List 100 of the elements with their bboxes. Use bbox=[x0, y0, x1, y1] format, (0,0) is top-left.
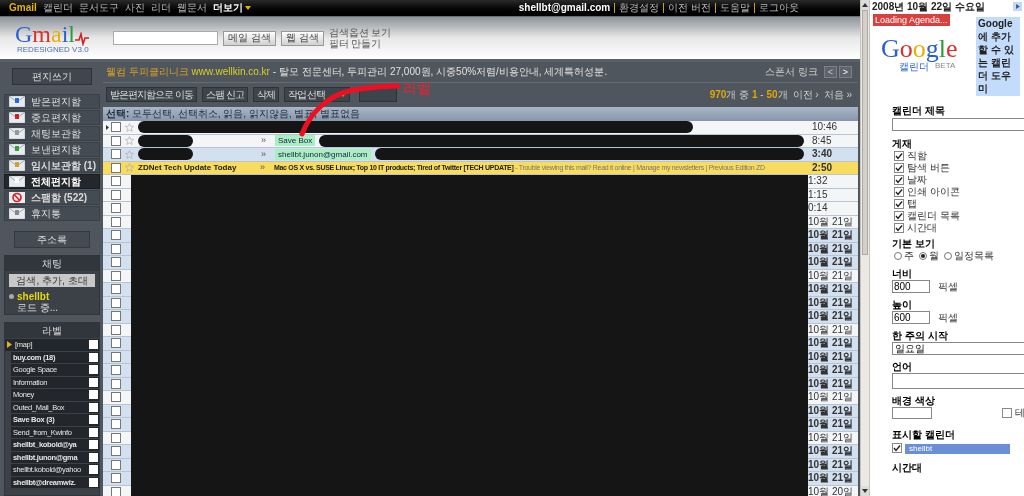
checkbox[interactable] bbox=[111, 324, 121, 335]
checkbox[interactable] bbox=[111, 405, 121, 416]
search-link[interactable]: 검색옵션 보기 bbox=[328, 27, 392, 38]
checkbox[interactable] bbox=[111, 365, 121, 376]
label-swatch[interactable] bbox=[89, 390, 98, 400]
label-swatch[interactable] bbox=[89, 415, 98, 425]
search-button[interactable]: 메일 검색 bbox=[223, 30, 276, 46]
checkbox[interactable] bbox=[111, 176, 121, 187]
checkbox[interactable] bbox=[894, 211, 904, 221]
next-ad-button[interactable]: > bbox=[839, 66, 852, 78]
label-swatch[interactable] bbox=[89, 377, 98, 387]
week-start-select[interactable]: 일요일 bbox=[892, 342, 1024, 355]
toolbar-button[interactable]: 받은편지함으로 이동 bbox=[106, 87, 197, 102]
checkbox[interactable] bbox=[111, 135, 121, 146]
star-icon[interactable] bbox=[125, 122, 134, 132]
checkbox[interactable] bbox=[111, 257, 121, 268]
search-field[interactable] bbox=[113, 31, 218, 45]
folder-link[interactable]: 휴지통 bbox=[4, 206, 100, 221]
label-swatch[interactable] bbox=[89, 402, 98, 412]
account-link[interactable]: 로그아웃 bbox=[754, 3, 803, 13]
nav-link[interactable]: 웹문서 bbox=[176, 3, 207, 13]
prev-ad-button[interactable]: < bbox=[824, 66, 837, 78]
star-icon[interactable] bbox=[125, 149, 134, 159]
checkbox[interactable] bbox=[111, 189, 121, 200]
chat-user[interactable]: shellbt bbox=[17, 291, 59, 302]
label-swatch[interactable] bbox=[89, 365, 98, 375]
expand-arrow-icon[interactable] bbox=[7, 341, 12, 349]
oldest-link[interactable]: 처음 » bbox=[823, 89, 852, 100]
checkbox[interactable] bbox=[111, 419, 121, 430]
checkbox[interactable] bbox=[111, 392, 121, 403]
folder-link[interactable]: 받은편지함 bbox=[4, 94, 100, 109]
more-menu[interactable]: 더보기 bbox=[212, 3, 251, 13]
next-arrow-button[interactable] bbox=[1013, 2, 1022, 11]
checkbox[interactable] bbox=[111, 351, 121, 362]
checkbox[interactable] bbox=[111, 243, 121, 254]
toolbar-button[interactable]: 삭제 bbox=[252, 87, 279, 102]
label-swatch[interactable] bbox=[89, 440, 98, 450]
checkbox[interactable] bbox=[111, 216, 121, 227]
address-book-button[interactable]: 주소록 bbox=[14, 231, 90, 248]
nav-link[interactable]: Gmail bbox=[9, 3, 37, 13]
checkbox[interactable] bbox=[111, 284, 121, 295]
checkbox[interactable] bbox=[111, 486, 121, 496]
checkbox[interactable] bbox=[894, 199, 904, 209]
search-button[interactable]: 웹 검색 bbox=[280, 30, 324, 46]
folder-link[interactable]: 채팅보관함 bbox=[4, 126, 100, 141]
compose-button[interactable]: 편지쓰기 bbox=[12, 68, 92, 85]
scroll-down-icon[interactable] bbox=[862, 489, 868, 493]
checkbox[interactable] bbox=[111, 432, 121, 443]
checkbox[interactable] bbox=[111, 162, 121, 173]
checkbox[interactable] bbox=[111, 338, 121, 349]
checkbox[interactable] bbox=[894, 223, 904, 233]
chat-search-button[interactable]: 검색, 추가, 초대 bbox=[9, 274, 95, 287]
checkbox[interactable] bbox=[894, 151, 904, 161]
width-field[interactable]: 800 bbox=[892, 280, 930, 293]
message-row[interactable]: 10:46 bbox=[103, 121, 858, 135]
label-swatch[interactable] bbox=[89, 352, 98, 362]
checkbox[interactable] bbox=[1002, 408, 1012, 418]
folder-link[interactable]: 중요편지함 bbox=[4, 110, 100, 125]
search-link[interactable]: 필터 만들기 bbox=[328, 38, 392, 49]
checkbox[interactable] bbox=[111, 311, 121, 322]
checkbox[interactable] bbox=[892, 442, 902, 453]
nav-link[interactable]: 사진 bbox=[124, 3, 145, 13]
checkbox[interactable] bbox=[111, 378, 121, 389]
account-link[interactable]: 환경설정 bbox=[614, 3, 664, 13]
older-link[interactable]: 이전 › bbox=[792, 89, 819, 100]
label-swatch[interactable] bbox=[89, 477, 98, 487]
checkbox[interactable] bbox=[111, 122, 121, 133]
checkbox[interactable] bbox=[111, 203, 121, 214]
checkbox[interactable] bbox=[111, 230, 121, 241]
nav-link[interactable]: 문서도구 bbox=[78, 3, 119, 13]
checkbox[interactable] bbox=[111, 149, 121, 160]
checkbox[interactable] bbox=[894, 187, 904, 197]
label-tag[interactable]: shellbt.junon@gmail.com bbox=[275, 148, 371, 160]
radio-button[interactable] bbox=[894, 252, 902, 260]
folder-link[interactable]: 스팸함 (522) bbox=[4, 190, 100, 205]
radio-button[interactable] bbox=[919, 252, 927, 260]
label-swatch[interactable] bbox=[89, 452, 98, 462]
toolbar-button[interactable]: 스팸 신고 bbox=[201, 87, 248, 102]
label-swatch[interactable] bbox=[89, 340, 98, 350]
checkbox[interactable] bbox=[111, 473, 121, 484]
label-tag[interactable]: Save Box bbox=[275, 135, 316, 147]
checkbox[interactable] bbox=[111, 297, 121, 308]
checkbox[interactable] bbox=[111, 459, 121, 470]
star-icon[interactable] bbox=[125, 163, 134, 173]
color-field[interactable] bbox=[892, 407, 932, 419]
language-select[interactable] bbox=[892, 373, 1024, 389]
title-field[interactable] bbox=[892, 118, 1024, 131]
label-swatch[interactable] bbox=[89, 427, 98, 437]
nav-link[interactable]: 캘린더 bbox=[42, 3, 73, 13]
star-icon[interactable] bbox=[125, 136, 134, 146]
folder-link[interactable]: 임시보관함 (1) bbox=[4, 158, 100, 173]
height-field[interactable]: 600 bbox=[892, 311, 930, 324]
scroll-up-icon[interactable] bbox=[862, 3, 868, 7]
label-swatch[interactable] bbox=[89, 465, 98, 475]
scrollbar[interactable] bbox=[860, 0, 870, 496]
folder-link[interactable]: 보낸편지함 bbox=[4, 142, 100, 157]
account-link[interactable]: 이전 버전 bbox=[663, 3, 715, 13]
checkbox[interactable] bbox=[111, 270, 121, 281]
checkbox[interactable] bbox=[111, 446, 121, 457]
checkbox[interactable] bbox=[894, 163, 904, 173]
